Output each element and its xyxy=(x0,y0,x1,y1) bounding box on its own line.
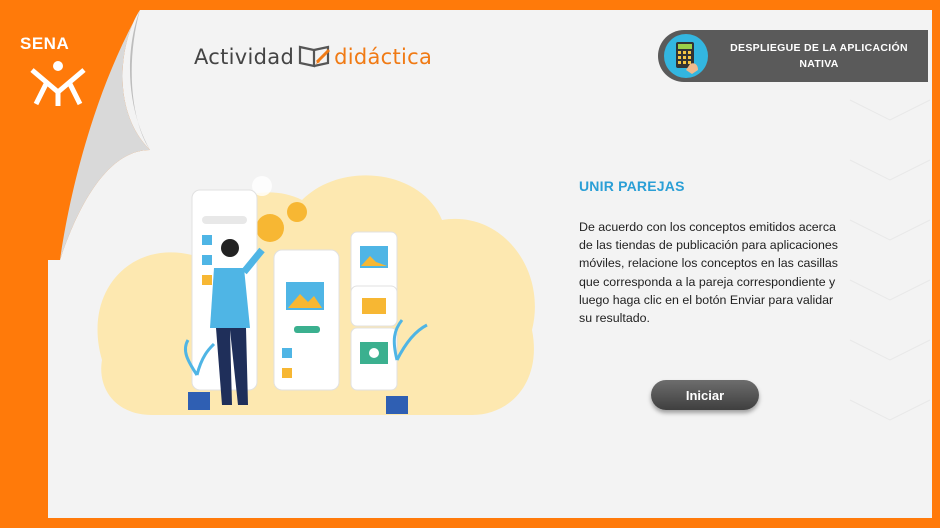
app-design-illustration xyxy=(97,175,535,415)
section-badge: DESPLIEGUE DE LA APLICACIÓN NATIVA xyxy=(658,30,928,82)
page-title: Actividad didáctica xyxy=(194,44,432,73)
title-part-activity: Actividad xyxy=(194,45,295,69)
title-part-didactica: didáctica xyxy=(334,45,433,69)
calculator-hand-icon xyxy=(664,34,708,78)
activity-title: UNIR PAREJAS xyxy=(579,178,685,194)
start-button[interactable]: Iniciar xyxy=(651,380,759,410)
badge-label: DESPLIEGUE DE LA APLICACIÓN NATIVA xyxy=(730,42,908,70)
activity-description: De acuerdo con los conceptos emitidos ac… xyxy=(579,220,838,326)
sena-logo-text: SENA xyxy=(20,34,70,53)
background-pattern xyxy=(849,99,931,421)
book-pencil-icon xyxy=(298,44,332,73)
